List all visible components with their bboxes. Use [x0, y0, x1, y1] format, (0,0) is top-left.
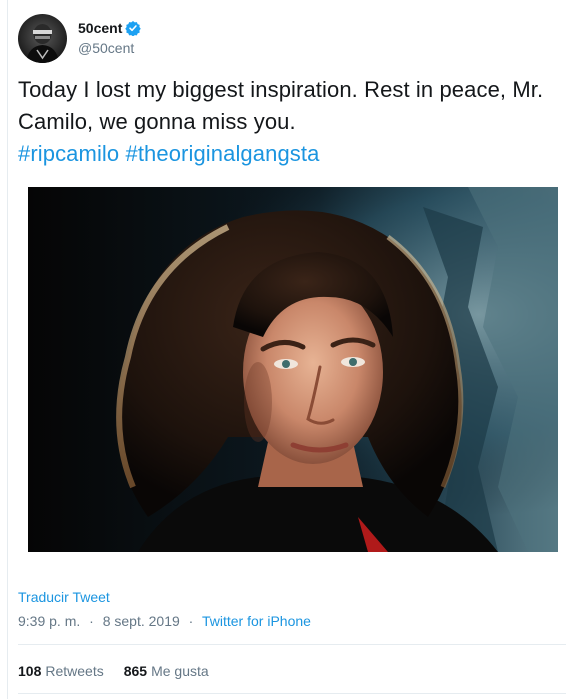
tweet-date[interactable]: 8 sept. 2019: [103, 613, 180, 629]
display-name[interactable]: 50cent: [78, 19, 122, 37]
likes-label: Me gusta: [151, 663, 209, 679]
meta-separator: ·: [188, 613, 194, 629]
translate-tweet-link[interactable]: Traducir Tweet: [18, 589, 110, 605]
left-edge-line: [7, 0, 8, 699]
verified-badge-icon: [125, 21, 142, 36]
tweet-body: Today I lost my biggest inspiration. Res…: [18, 77, 544, 134]
likes-count: 865: [123, 663, 148, 679]
tweet-text: Today I lost my biggest inspiration. Res…: [18, 74, 566, 170]
handle[interactable]: @50cent: [78, 39, 141, 57]
retweets-label: Retweets: [45, 663, 104, 679]
likes-stat[interactable]: 865 Me gusta: [124, 663, 209, 679]
hashtag-ripcamilo[interactable]: #ripcamilo: [18, 141, 119, 166]
hashtag-theoriginalgangsta[interactable]: #theoriginalgangsta: [125, 141, 319, 166]
divider: [18, 693, 566, 694]
tweet-client-link[interactable]: Twitter for iPhone: [202, 613, 311, 629]
meta-separator: ·: [89, 613, 94, 629]
tweet-header: 50cent @50cent: [18, 13, 142, 63]
tweet-time[interactable]: 9:39 p. m.: [18, 613, 80, 629]
tweet-meta: 9:39 p. m. · 8 sept. 2019 · Twitter for …: [18, 613, 311, 629]
avatar[interactable]: [18, 13, 67, 63]
retweets-count: 108: [18, 663, 42, 679]
tweet-photo[interactable]: [28, 187, 558, 552]
divider: [18, 644, 566, 645]
retweets-stat[interactable]: 108 Retweets: [18, 663, 104, 679]
tweet-stats: 108 Retweets 865 Me gusta: [18, 663, 209, 679]
portrait-image: [28, 187, 558, 552]
